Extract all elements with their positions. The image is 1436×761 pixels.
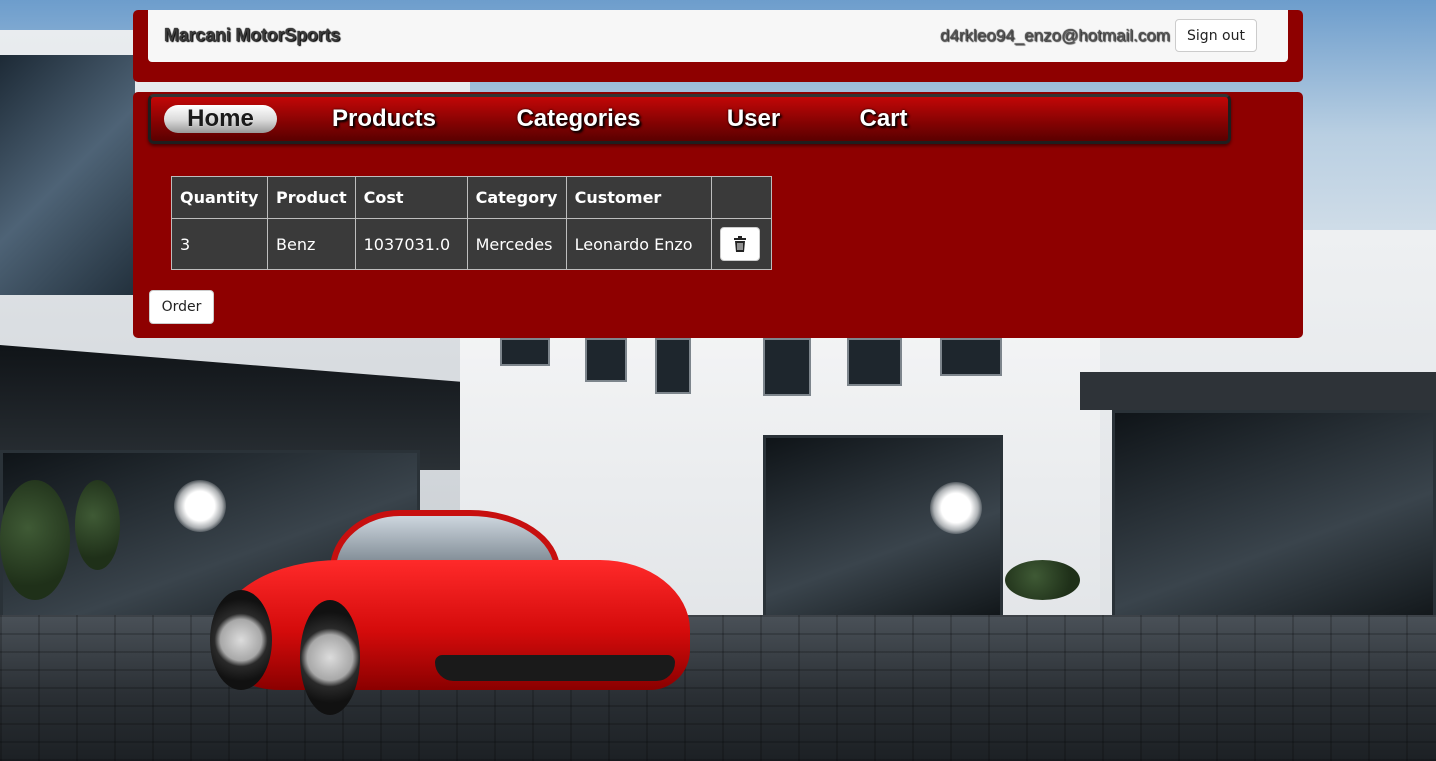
header-inner: Marcani MotorSports d4rkleo94_enzo@hotma… <box>148 10 1288 62</box>
trash-icon <box>733 236 746 252</box>
cell-quantity: 3 <box>171 218 268 270</box>
nav-home[interactable]: Home <box>164 105 277 133</box>
table-row: 3 Benz 1037031.0 Mercedes Leonardo Enzo <box>171 218 772 270</box>
plant <box>75 480 120 570</box>
car-wheel <box>210 590 272 690</box>
building-right-glass <box>1112 410 1436 625</box>
column-header-actions <box>710 176 772 219</box>
user-email: d4rkleo94_enzo@hotmail.com <box>940 26 1170 45</box>
column-header-product: Product <box>267 176 356 219</box>
building-window <box>585 338 627 382</box>
nav-categories[interactable]: Categories <box>501 105 656 133</box>
plant <box>0 480 70 600</box>
column-header-cost: Cost <box>354 176 468 219</box>
column-header-quantity: Quantity <box>171 176 268 219</box>
plant <box>1005 560 1080 600</box>
table-header-row: Quantity Product Cost Category Customer <box>171 176 772 219</box>
sign-out-button[interactable]: Sign out <box>1175 19 1257 52</box>
lamp-light <box>930 482 982 534</box>
nav-user[interactable]: User <box>711 105 796 133</box>
nav-cart[interactable]: Cart <box>846 105 921 133</box>
brand-title[interactable]: Marcani MotorSports <box>164 25 340 46</box>
nav-products[interactable]: Products <box>319 105 449 133</box>
cell-customer: Leonardo Enzo <box>565 218 712 270</box>
building-window <box>847 338 902 386</box>
column-header-customer: Customer <box>565 176 712 219</box>
cart-table: Quantity Product Cost Category Customer … <box>171 176 772 270</box>
building-window <box>500 338 550 366</box>
building-window <box>655 338 691 394</box>
building-left-window <box>0 55 135 295</box>
building-window <box>763 338 811 396</box>
column-header-category: Category <box>466 176 567 219</box>
cell-cost: 1037031.0 <box>354 218 468 270</box>
cell-category: Mercedes <box>466 218 567 270</box>
cell-actions <box>710 218 772 270</box>
main-nav: Home Products Categories User Cart <box>148 94 1231 144</box>
header-bar: Marcani MotorSports d4rkleo94_enzo@hotma… <box>133 10 1303 82</box>
delete-item-button[interactable] <box>719 227 760 261</box>
main-panel: Home Products Categories User Cart Quant… <box>133 92 1303 338</box>
red-sports-car <box>210 505 690 720</box>
cell-product: Benz <box>267 218 356 270</box>
car-wheel <box>300 600 360 715</box>
car-grille <box>435 655 675 681</box>
building-right-canopy <box>1080 372 1436 410</box>
order-button[interactable]: Order <box>149 290 214 324</box>
building-window <box>940 338 1002 376</box>
